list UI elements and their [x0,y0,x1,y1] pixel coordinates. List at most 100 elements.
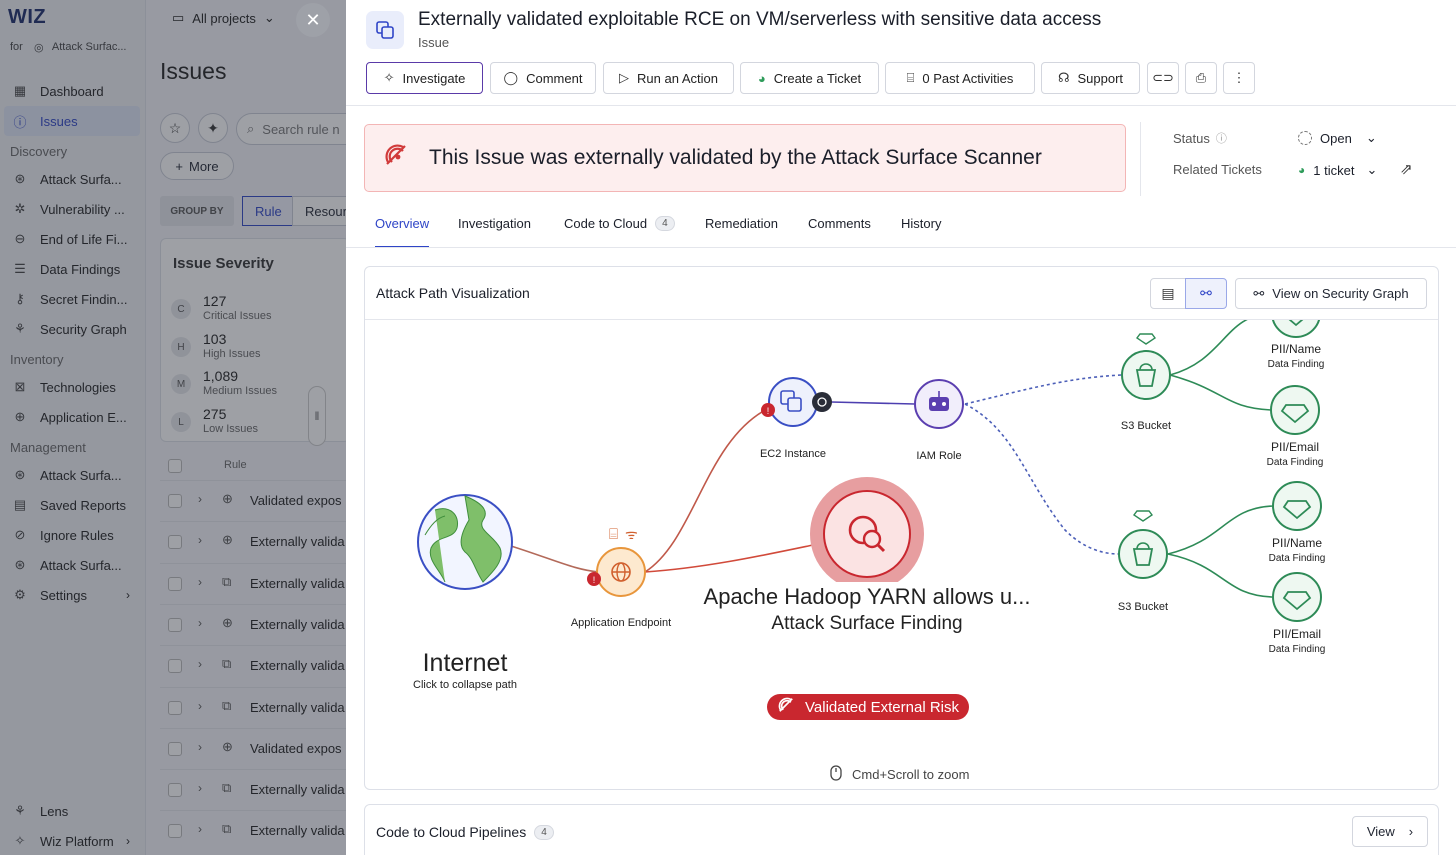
tabs-divider [346,247,1456,248]
diamond-icon [1132,510,1154,522]
application-endpoint-node[interactable]: ! ⌸ ᯤ [587,526,646,597]
related-tickets-label: Related Tickets [1173,162,1262,177]
sparkle-icon: ✧ [383,70,395,85]
code-to-cloud-count: 4 [534,824,554,840]
info-icon: ⓘ [1215,133,1227,145]
s3-bucket-node-bottom[interactable] [1118,510,1168,579]
comment-button[interactable]: ◯ Comment [490,62,596,94]
mouse-icon [830,765,842,784]
external-link-icon[interactable]: ⇗ [1400,160,1413,178]
tab-remediation[interactable]: Remediation [705,208,778,248]
tab-investigation[interactable]: Investigation [458,208,531,248]
rss-icon: ᯤ [625,526,638,542]
table-view-toggle[interactable]: ▤ [1150,278,1186,309]
pii-name-node-1[interactable] [1272,320,1320,338]
banner-text: This Issue was externally validated by t… [429,146,1042,169]
pii-email-node-1[interactable] [1270,385,1320,435]
meta-divider [1140,122,1141,196]
code-to-cloud-title: Code to Cloud Pipelines 4 [376,824,554,840]
kebab-menu-icon: ⋮ [1232,70,1246,85]
tab-label: Remediation [705,216,778,231]
validated-external-risk-badge[interactable]: Validated External Risk [767,694,969,720]
status-dropdown[interactable]: Open ⌄ [1298,130,1377,146]
view-pipelines-button[interactable]: View › [1352,816,1428,847]
open-status-icon [1298,131,1312,145]
ec2-instance-node[interactable]: ! [761,377,832,427]
pii-name-node-2[interactable] [1272,481,1322,531]
issue-drawer: Externally validated exploitable RCE on … [346,0,1456,855]
table-icon: ▤ [1161,285,1175,301]
investigate-button[interactable]: ✧ Investigate [366,62,483,94]
tab-code-to-cloud[interactable]: Code to Cloud 4 [564,208,675,248]
crosshair-icon [812,392,832,412]
tab-history[interactable]: History [901,208,941,248]
related-tickets-label-text: Related Tickets [1173,162,1262,177]
past-activities-button[interactable]: ⌸ 0 Past Activities [885,62,1035,94]
edge-ec2-iam [830,401,916,405]
edge-iam-s3-bottom [964,403,1120,555]
pii2-label: PII/Email [1271,440,1319,454]
s3-bucket-node-top[interactable] [1121,333,1171,400]
support-button[interactable]: ☊ Support [1041,62,1140,94]
edge-s3-pii2 [1169,374,1272,411]
related-tickets-dropdown[interactable]: ◕ 1 ticket ⌄ [1298,162,1377,178]
comment-label: Comment [526,70,583,86]
zoom-hint: Cmd+Scroll to zoom [830,765,969,784]
issue-title: Externally validated exploitable RCE on … [418,9,1102,30]
pii3-label: PII/Name [1272,536,1322,550]
pii2-sublabel: Data Finding [1267,457,1324,468]
chevron-down-icon: ⌄ [1366,162,1378,177]
tab-label: Comments [808,216,871,231]
attack-surface-finding-node[interactable] [810,477,924,591]
zoom-hint-text: Cmd+Scroll to zoom [852,767,970,782]
header-divider [346,105,1456,106]
copy-icon [366,11,404,49]
ticket-icon: ◕ [1298,163,1306,177]
diamond-icon [1135,333,1157,345]
status-label: Status ⓘ [1173,130,1227,146]
internet-node[interactable] [417,494,513,590]
pii1-label: PII/Name [1271,342,1321,356]
edge-internet-endpoint [510,545,600,573]
pii4-sublabel: Data Finding [1269,644,1326,655]
s3-bottom-label: S3 Bucket [1118,601,1168,613]
app-endpoint-label: Application Endpoint [571,617,671,629]
validated-risk-icon [777,696,795,718]
modal-backdrop[interactable] [0,0,346,855]
status-value: Open [1320,130,1352,146]
tab-label: Investigation [458,216,531,231]
attack-path-card: Attack Path Visualization ▤ ⚯ ⚯ View on S… [364,266,1439,790]
iam-role-node[interactable] [914,379,964,429]
run-action-button[interactable]: ▷ Run an Action [603,62,734,94]
chevron-down-icon: ⌄ [1365,130,1377,145]
validated-risk-icon [383,142,409,174]
play-icon: ▷ [619,70,630,85]
internet-sublabel[interactable]: Click to collapse path [413,679,517,691]
pii1-sublabel: Data Finding [1268,359,1325,370]
edge-s3-pii3 [1167,505,1274,555]
create-ticket-button[interactable]: ◕ Create a Ticket [740,62,879,94]
risk-label: Validated External Risk [805,698,959,716]
view-security-graph-button[interactable]: ⚯ View on Security Graph [1235,278,1427,309]
tab-label: Code to Cloud [564,216,648,231]
finding-sublabel: Attack Surface Finding [771,613,962,634]
more-options-button[interactable]: ⋮ [1223,62,1255,94]
run-action-label: Run an Action [637,70,718,86]
graph-view-toggle[interactable]: ⚯ [1185,278,1227,309]
print-button[interactable]: ⎙ [1185,62,1217,94]
past-activities-label: 0 Past Activities [922,70,1014,86]
edge-endpoint-finding [644,544,814,573]
tab-comments[interactable]: Comments [808,208,871,248]
code-to-cloud-title-text: Code to Cloud Pipelines [376,824,527,840]
pii4-label: PII/Email [1273,627,1321,641]
edge-iam-s3-top [964,374,1122,405]
copy-link-button[interactable]: ⊂⊃ [1147,62,1179,94]
headset-icon: ☊ [1057,70,1070,85]
pii-email-node-2[interactable] [1272,572,1322,622]
code-to-cloud-card: Code to Cloud Pipelines 4 View › [364,804,1439,855]
internet-label: Internet [423,649,508,677]
tab-overview[interactable]: Overview [375,208,430,248]
s3-top-label: S3 Bucket [1121,420,1171,432]
close-drawer-button[interactable]: ✕ [296,3,330,37]
comment-icon: ◯ [503,70,519,85]
